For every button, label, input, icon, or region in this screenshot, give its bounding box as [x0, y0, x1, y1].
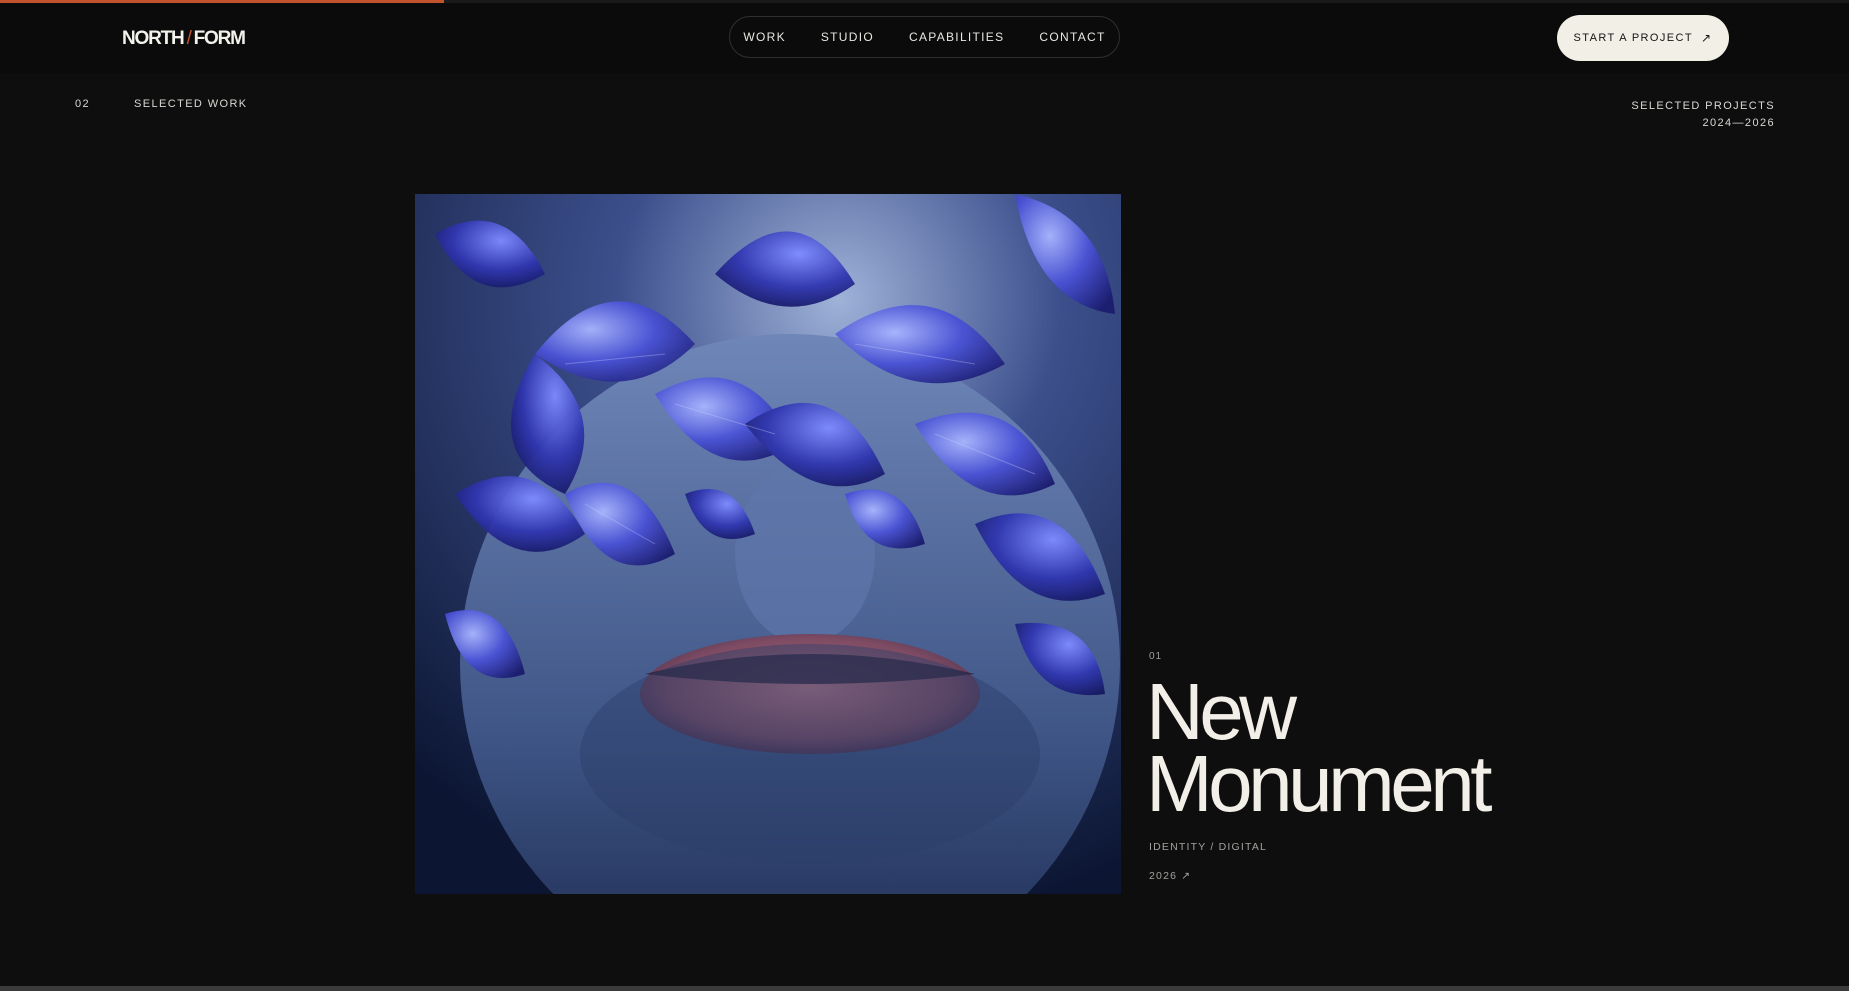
section-label: SELECTED WORK [134, 98, 248, 110]
project-title[interactable]: New Monument [1146, 667, 1492, 828]
nav-item-capabilities[interactable]: CAPABILITIES [909, 30, 1004, 44]
section-number: 02 [75, 98, 91, 110]
projects-meta-title: SELECTED PROJECTS [1631, 100, 1775, 112]
arrow-up-right-icon: ↗ [1700, 31, 1713, 45]
projects-meta: SELECTED PROJECTS 2024—2026 [1631, 98, 1775, 132]
project-tags: IDENTITY / DIGITAL [1149, 841, 1268, 853]
project-hero-image[interactable] [415, 194, 1121, 894]
start-project-label: START A PROJECT [1573, 32, 1693, 44]
project-year-link[interactable]: 2026 ↗ [1149, 870, 1191, 882]
logo-slash: / [186, 28, 192, 49]
project-title-line2: Monument [1146, 739, 1492, 828]
start-project-button[interactable]: START A PROJECT ↗ [1557, 15, 1729, 61]
project-title-line1: New [1146, 667, 1297, 756]
main-nav: WORK STUDIO CAPABILITIES CONTACT [729, 16, 1120, 58]
nav-item-contact[interactable]: CONTACT [1039, 30, 1105, 44]
nav-item-work[interactable]: WORK [743, 30, 786, 44]
project-index: 01 [1149, 651, 1163, 662]
butterfly-portrait-image [415, 194, 1121, 894]
projects-meta-years: 2024—2026 [1702, 117, 1775, 129]
page: NORTH / FORM WORK STUDIO CAPABILITIES CONT… [0, 0, 1849, 991]
site-header: NORTH / FORM WORK STUDIO CAPABILITIES CONT… [0, 3, 1849, 73]
nav-item-studio[interactable]: STUDIO [821, 30, 874, 44]
logo[interactable]: NORTH / FORM [122, 27, 246, 51]
logo-left: NORTH [122, 28, 185, 49]
bottom-edge [0, 986, 1849, 991]
logo-right: FORM [193, 28, 246, 49]
